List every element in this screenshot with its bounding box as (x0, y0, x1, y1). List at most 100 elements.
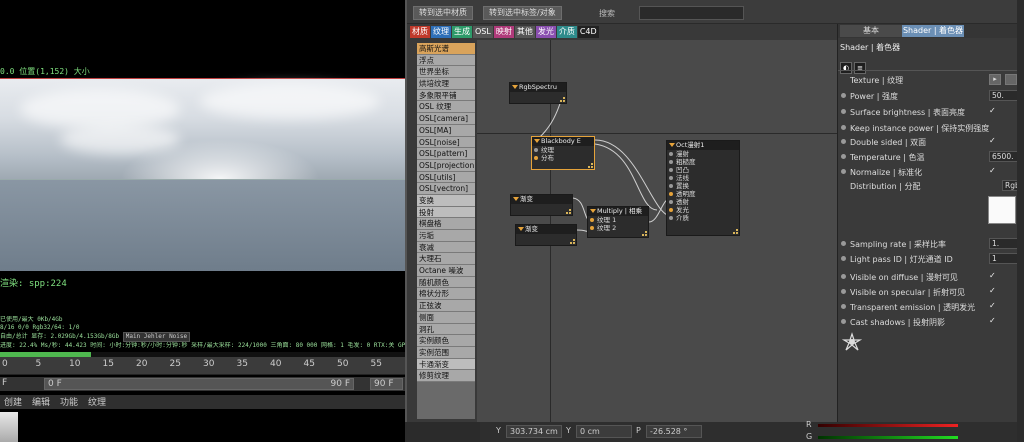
node-palette-item[interactable]: OSL[vectron] (417, 183, 475, 195)
property-checkbox[interactable]: ✓ (989, 286, 996, 295)
node-palette-item[interactable]: 投射 (417, 206, 475, 219)
goto-tag-button[interactable]: 转到选中标签/对象 (483, 6, 562, 20)
render-viewport[interactable] (0, 78, 405, 271)
node-palette-item[interactable]: 修剪纹理 (417, 370, 475, 382)
color-g-bar[interactable] (818, 436, 958, 439)
property-checkbox[interactable]: ✓ (989, 271, 996, 280)
keyframe-dot-icon[interactable] (841, 241, 846, 246)
node-palette-item[interactable]: OSL[projection] (417, 159, 475, 172)
node-oct-diffuse[interactable]: Oct漫射1 漫射 粗糙度 凹凸 法线 置换 透明度 透射 发光 介质 (666, 140, 740, 236)
node-gradient-2[interactable]: 渐变 (515, 224, 577, 246)
keyframe-dot-icon[interactable] (841, 125, 846, 130)
color-r-bar[interactable] (818, 424, 958, 427)
node-pin[interactable]: 分布 (532, 154, 594, 162)
color-swatch[interactable] (988, 196, 1016, 224)
info-chip[interactable]: Main Jehler Noise (122, 332, 191, 342)
menu-create[interactable]: 创建 (4, 398, 22, 408)
node-blackbody[interactable]: Blackbody E 纹理 分布 (531, 136, 595, 170)
node-palette-item[interactable]: 侧面 (417, 311, 475, 324)
node-palette-item[interactable]: 实例颜色 (417, 335, 475, 347)
node-pin[interactable]: 纹理 1 (588, 216, 648, 224)
texture-clear-button[interactable] (1005, 74, 1017, 85)
node-palette-item[interactable]: 烘培纹理 (417, 78, 475, 90)
keyframe-dot-icon[interactable] (841, 109, 846, 114)
search-input[interactable] (639, 6, 744, 20)
node-pin[interactable]: 透明度 (667, 190, 739, 198)
keyframe-dot-icon[interactable] (841, 93, 846, 98)
material-thumbnail[interactable] (0, 412, 18, 442)
node-palette-item[interactable]: OSL[noise] (417, 136, 475, 149)
node-pin[interactable]: 粗糙度 (667, 158, 739, 166)
node-palette-item[interactable]: 正弦波 (417, 300, 475, 312)
node-palette-item[interactable]: OSL 纹理 (417, 101, 475, 114)
node-multiply[interactable]: Multiply | 相乘 纹理 1 纹理 2 (587, 206, 649, 238)
node-palette-item[interactable]: 洞孔 (417, 323, 475, 336)
property-checkbox[interactable]: ✓ (989, 106, 996, 115)
node-palette-item[interactable]: 高斯光谱 (417, 43, 475, 55)
category-tab[interactable]: 生成 (452, 26, 472, 38)
node-palette-item[interactable]: 实例范围 (417, 346, 475, 359)
category-tab[interactable]: 材质 (410, 26, 430, 38)
category-tab[interactable]: 发光 (535, 26, 556, 38)
node-palette-item[interactable]: OSL[utils] (417, 171, 475, 184)
node-pin[interactable]: 介质 (667, 214, 739, 222)
property-checkbox[interactable]: ✓ (989, 301, 996, 310)
property-checkbox[interactable]: ✓ (989, 316, 996, 325)
menu-texture[interactable]: 纹理 (88, 398, 106, 408)
keyframe-dot-icon[interactable] (841, 169, 846, 174)
keyframe-dot-icon[interactable] (841, 304, 846, 309)
category-tab[interactable]: OSL (473, 26, 493, 38)
keyframe-dot-icon[interactable] (841, 154, 846, 159)
node-palette-item[interactable]: Octane 噪波 (417, 265, 475, 277)
node-palette-item[interactable]: OSL[camera] (417, 113, 475, 125)
node-palette-item[interactable]: 污垢 (417, 230, 475, 242)
goto-material-button[interactable]: 转到选中材质 (413, 6, 473, 20)
coord-y-field[interactable]: 303.734 cm (506, 425, 562, 438)
category-tab[interactable]: C4D (577, 26, 599, 38)
node-pin[interactable]: 法线 (667, 174, 739, 182)
node-pin[interactable]: 透射 (667, 198, 739, 206)
node-palette-item[interactable]: 大理石 (417, 253, 475, 266)
texture-menu-button[interactable]: ▸ (989, 74, 1001, 85)
node-palette-item[interactable]: 变换 (417, 194, 475, 207)
tab-basic[interactable]: 基本 (840, 25, 902, 37)
property-checkbox[interactable]: ✓ (989, 166, 996, 175)
node-pin[interactable]: 置换 (667, 182, 739, 190)
node-palette-item[interactable]: 世界坐标 (417, 66, 475, 79)
coord-y2-field[interactable]: 0 cm (576, 425, 632, 438)
node-rgbspectrum[interactable]: RgbSpectru (509, 82, 567, 104)
category-tab[interactable]: 纹理 (431, 26, 451, 38)
node-palette-item[interactable]: 浮点 (417, 54, 475, 67)
node-palette-item[interactable]: 卡通渐变 (417, 358, 475, 371)
node-palette-item[interactable]: 衰减 (417, 241, 475, 254)
preview-light-icon[interactable]: ◐ (840, 62, 852, 74)
node-gradient-1[interactable]: 渐变 (510, 194, 573, 216)
frame-end-field[interactable]: 90 F (370, 378, 403, 390)
timeline-ruler[interactable]: 0 5 10 15 20 25 30 35 40 45 50 55 (0, 357, 405, 375)
node-palette-item[interactable]: 棋盘格 (417, 218, 475, 230)
node-canvas[interactable]: RgbSpectru Blackbody E 纹理 分布 渐变 渐变 Multi… (477, 40, 837, 422)
menu-function[interactable]: 功能 (60, 398, 78, 408)
node-palette-item[interactable]: 棉状分形 (417, 288, 475, 301)
keyframe-dot-icon[interactable] (841, 139, 846, 144)
keyframe-dot-icon[interactable] (841, 319, 846, 324)
node-pin[interactable]: 纹理 2 (588, 224, 648, 232)
node-palette-item[interactable]: OSL[pattern] (417, 148, 475, 160)
frame-range-slider[interactable]: 0 F 90 F (44, 378, 354, 390)
preview-stack-icon[interactable]: ≡ (854, 62, 866, 74)
category-tab[interactable]: 其他 (514, 26, 535, 38)
node-pin[interactable]: 发光 (667, 206, 739, 214)
property-checkbox[interactable]: ✓ (989, 136, 996, 145)
node-pin[interactable]: 纹理 (532, 146, 594, 154)
menu-edit[interactable]: 编辑 (32, 398, 50, 408)
category-tab[interactable]: 介质 (556, 26, 577, 38)
node-pin[interactable]: 漫射 (667, 150, 739, 158)
node-palette-item[interactable]: OSL[MA] (417, 124, 475, 137)
category-tab[interactable]: 映射 (493, 26, 514, 38)
keyframe-dot-icon[interactable] (841, 274, 846, 279)
node-palette-item[interactable]: 随机颜色 (417, 276, 475, 289)
keyframe-dot-icon[interactable] (841, 256, 846, 261)
coord-p-field[interactable]: -26.528 ° (646, 425, 702, 438)
keyframe-dot-icon[interactable] (841, 289, 846, 294)
node-palette-item[interactable]: 多象限平铺 (417, 89, 475, 102)
